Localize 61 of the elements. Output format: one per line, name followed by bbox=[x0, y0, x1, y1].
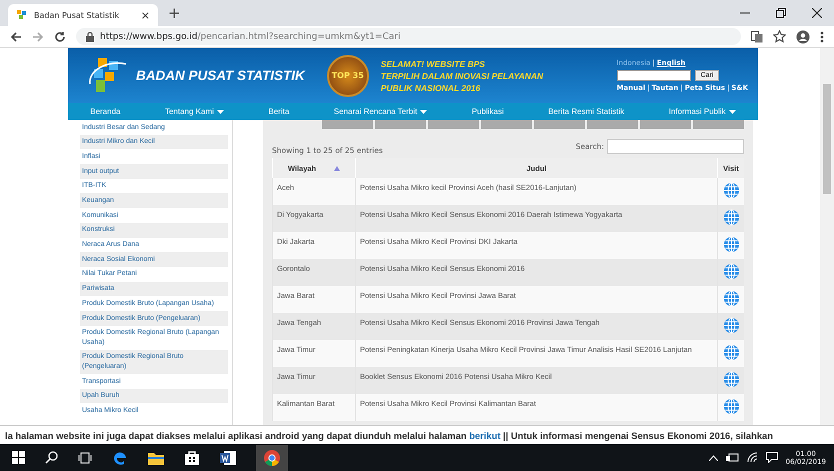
search-field[interactable] bbox=[616, 70, 691, 81]
notification-icon[interactable] bbox=[766, 452, 778, 463]
globe-icon[interactable] bbox=[722, 344, 740, 361]
back-icon[interactable] bbox=[10, 30, 22, 42]
chrome-icon[interactable] bbox=[264, 450, 280, 466]
search-icon[interactable] bbox=[45, 451, 58, 464]
url-host: https://www.bps.go.id bbox=[100, 32, 198, 42]
caret-icon bbox=[216, 110, 224, 114]
account-icon[interactable] bbox=[796, 30, 810, 44]
globe-icon[interactable] bbox=[722, 182, 740, 199]
nav-link[interactable]: Publikasi bbox=[472, 107, 504, 116]
search-field[interactable] bbox=[607, 139, 744, 154]
nav-link[interactable]: Beranda bbox=[90, 107, 120, 116]
award-badge: TOP 35 bbox=[326, 54, 369, 96]
globe-icon[interactable] bbox=[722, 209, 740, 226]
windows-icon[interactable] bbox=[12, 451, 25, 464]
site-name: BADAN PUSAT STATISTIK bbox=[136, 68, 305, 83]
globe-icon[interactable] bbox=[722, 290, 740, 307]
tab-title: Badan Pusat Statistik bbox=[34, 10, 120, 20]
menu-icon[interactable] bbox=[820, 30, 824, 42]
close-icon[interactable] bbox=[812, 8, 822, 18]
banner-text: SELAMAT! WEBSITE BPS bbox=[380, 58, 486, 70]
nav-link[interactable]: Berita Resmi Statistik bbox=[548, 107, 624, 116]
folder-icon[interactable] bbox=[148, 450, 164, 464]
logo-icon bbox=[16, 9, 28, 21]
address-field[interactable]: https://www.bps.go.id/pencarian.html?searching=umkm&yt1=Cari bbox=[76, 28, 741, 45]
store-icon[interactable] bbox=[184, 450, 200, 465]
globe-icon[interactable] bbox=[722, 317, 740, 334]
globe-icon[interactable] bbox=[722, 263, 740, 280]
close-icon[interactable]: × bbox=[140, 8, 150, 22]
wifi-icon[interactable] bbox=[746, 452, 758, 463]
banner-text: PUBLIK NASIONAL 2016 bbox=[380, 82, 482, 94]
restore-icon[interactable] bbox=[776, 8, 786, 18]
new-tab-button[interactable]: + bbox=[168, 4, 181, 22]
star-icon[interactable] bbox=[773, 30, 786, 43]
caret-icon bbox=[420, 110, 428, 114]
reload-icon[interactable] bbox=[54, 30, 66, 42]
browser-icon[interactable] bbox=[112, 450, 128, 466]
caret-icon[interactable] bbox=[708, 454, 718, 460]
forward-icon[interactable] bbox=[32, 30, 44, 42]
browser-tab[interactable]: Badan Pusat Statistik × bbox=[8, 4, 158, 26]
globe-icon[interactable] bbox=[722, 398, 740, 415]
sort-icon bbox=[334, 166, 340, 170]
task-view-icon[interactable] bbox=[78, 452, 92, 464]
banner-text: TERPILIH DALAM INOVASI PELAYANAN bbox=[380, 70, 544, 82]
globe-icon[interactable] bbox=[722, 371, 740, 388]
nav-link[interactable]: Informasi Publik bbox=[668, 107, 736, 116]
lock-icon bbox=[86, 32, 94, 42]
news-ticker: la halaman website ini juga dapat diakses melalui aplikasi android yang dapat diunduh melalui halaman berikut || Untuk informasi mengenai Sensus Ekonomi 2016, silahkan bbox=[4, 430, 773, 440]
scrollbar[interactable] bbox=[820, 48, 834, 425]
nav-link[interactable]: Berita bbox=[268, 107, 290, 116]
globe-icon[interactable] bbox=[722, 236, 740, 253]
translate-icon[interactable] bbox=[751, 30, 763, 42]
url-path: /pencarian.html?searching=umkm&yt1=Cari bbox=[198, 32, 400, 42]
caret-icon bbox=[728, 110, 736, 114]
battery-icon[interactable] bbox=[726, 453, 739, 462]
document-icon[interactable] bbox=[220, 450, 236, 466]
nav-link[interactable]: Tentang Kami bbox=[164, 107, 224, 116]
scroll-thumb[interactable] bbox=[823, 84, 831, 194]
link[interactable]: berikut bbox=[469, 430, 500, 440]
nav-link[interactable]: Senarai Rencana Terbit bbox=[334, 107, 428, 116]
